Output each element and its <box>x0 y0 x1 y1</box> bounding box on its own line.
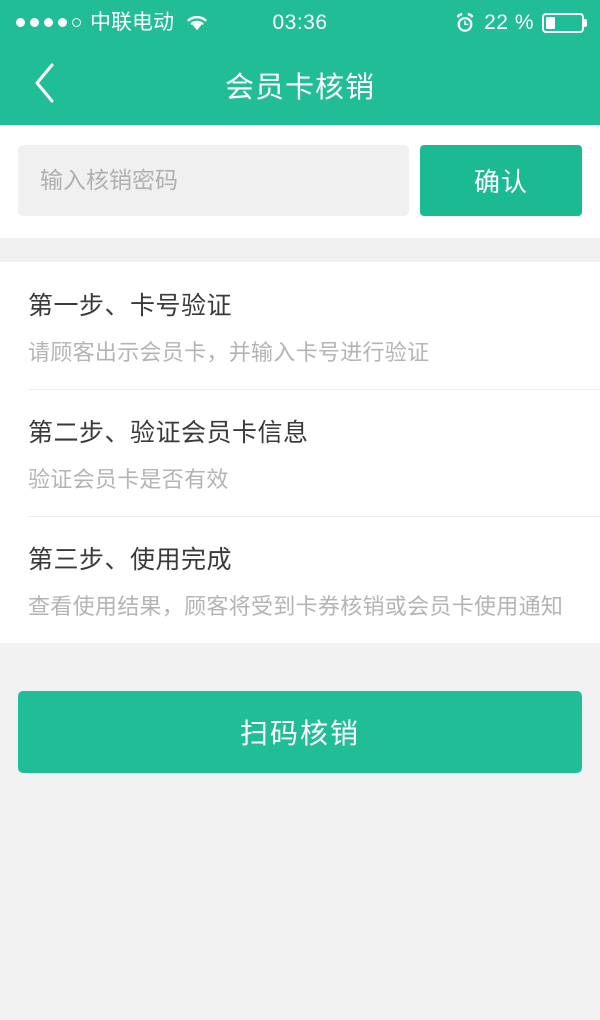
battery-fill <box>546 16 555 29</box>
verification-code-entry: 确认 <box>0 125 600 238</box>
signal-dot-empty <box>72 18 81 27</box>
wifi-icon <box>184 13 210 33</box>
carrier-label: 中联电动 <box>90 11 174 34</box>
list-item: 第三步、使用完成 查看使用结果，顾客将受到卡券核销或会员卡使用通知 <box>0 516 600 643</box>
battery-percent-label: 22 % <box>484 10 534 34</box>
verification-code-input[interactable] <box>18 145 409 216</box>
steps-list: 第一步、卡号验证 请顾客出示会员卡，并输入卡号进行验证 第二步、验证会员卡信息 … <box>0 262 600 643</box>
status-bar-right: 22 % <box>454 11 584 35</box>
navigation-bar: 会员卡核销 <box>0 45 600 125</box>
alarm-clock-icon <box>454 12 476 34</box>
list-item: 第二步、验证会员卡信息 验证会员卡是否有效 <box>0 389 600 516</box>
status-bar: 中联电动 03:36 22 % <box>0 0 600 45</box>
signal-strength-icon <box>16 18 81 27</box>
step-title: 第二步、验证会员卡信息 <box>28 419 309 447</box>
chevron-left-icon <box>30 60 60 111</box>
step-description: 请顾客出示会员卡，并输入卡号进行验证 <box>28 340 430 365</box>
scan-qr-verify-button[interactable]: 扫码核销 <box>18 691 582 773</box>
step-title: 第三步、使用完成 <box>28 546 233 574</box>
back-button[interactable] <box>14 45 76 125</box>
signal-dot <box>30 18 39 27</box>
app-screen: 中联电动 03:36 22 % 会员卡核销 输入核销密码 确认 第一步、卡号验证… <box>0 0 600 1020</box>
signal-dot <box>44 18 53 27</box>
signal-dot <box>58 18 67 27</box>
signal-dot <box>16 18 25 27</box>
bottom-action-area: 扫码核销 <box>0 643 600 1020</box>
step-description: 验证会员卡是否有效 <box>28 467 229 492</box>
page-title: 会员卡核销 <box>224 72 375 104</box>
section-divider <box>0 238 600 262</box>
confirm-button[interactable]: 确认 <box>420 145 582 216</box>
step-description: 查看使用结果，顾客将受到卡券核销或会员卡使用通知 <box>28 594 564 619</box>
step-title: 第一步、卡号验证 <box>28 292 233 320</box>
battery-icon <box>542 12 584 33</box>
list-item: 第一步、卡号验证 请顾客出示会员卡，并输入卡号进行验证 <box>0 262 600 389</box>
